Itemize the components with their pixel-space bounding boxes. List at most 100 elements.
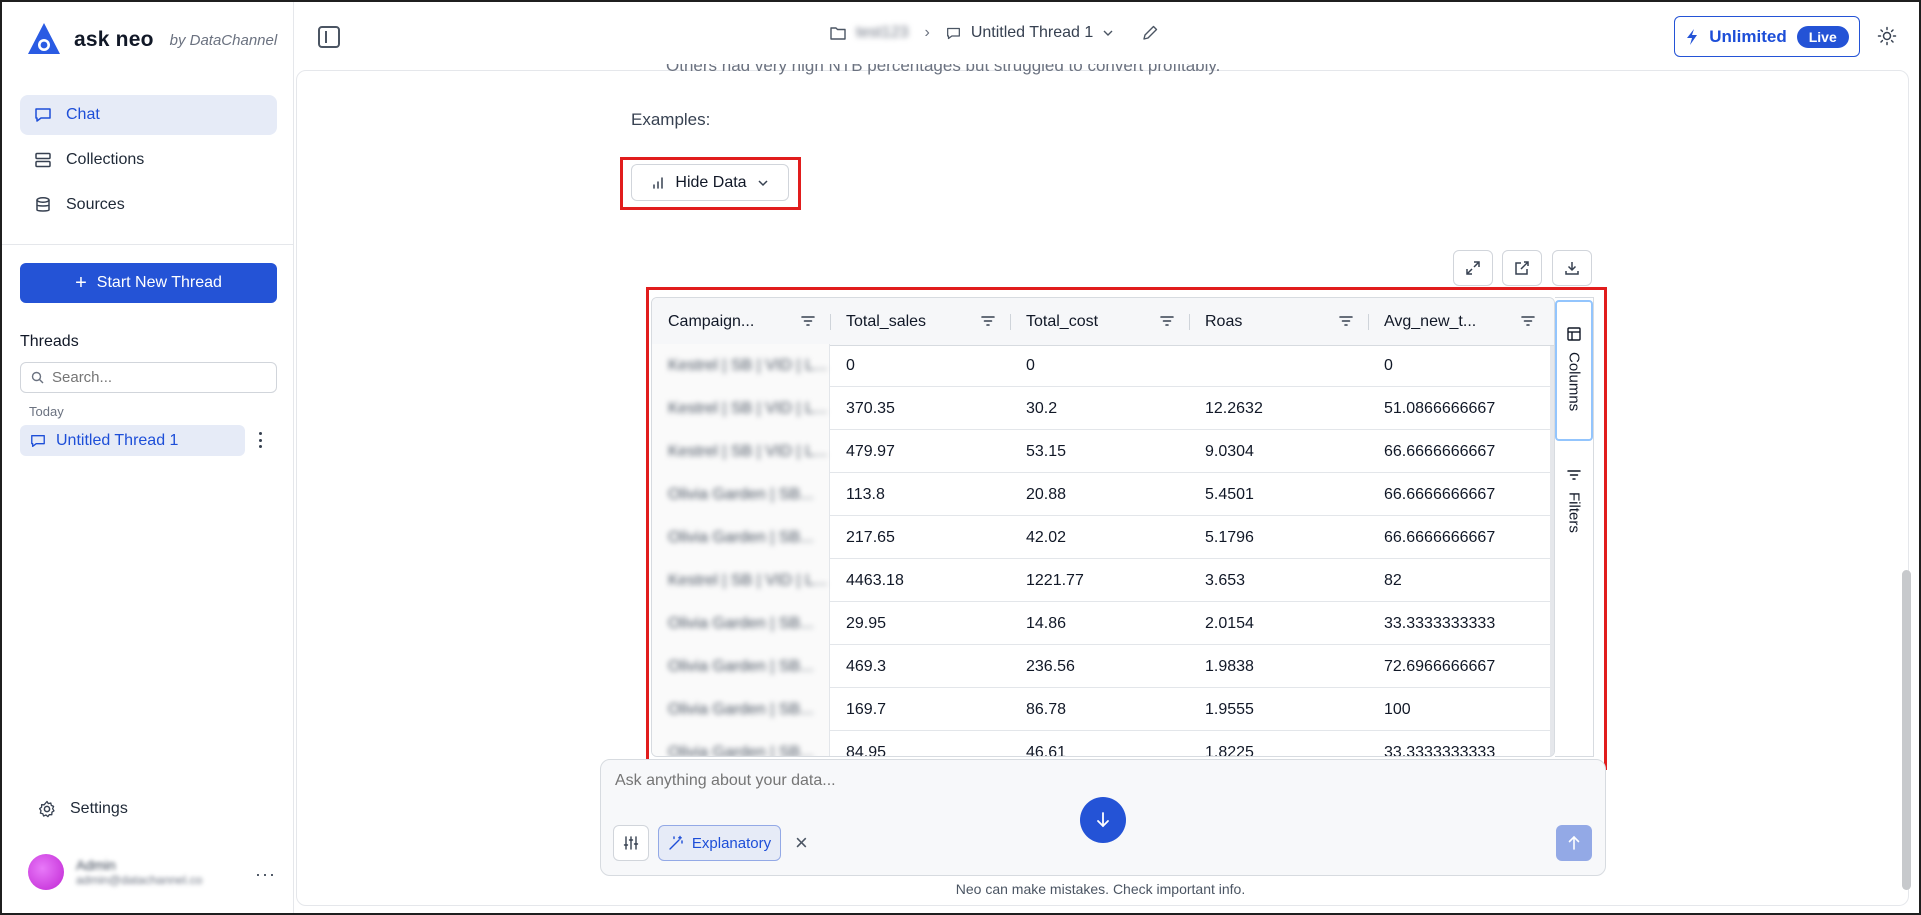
- pencil-icon[interactable]: [1141, 24, 1159, 42]
- chat-bubble-icon: [35, 108, 51, 122]
- table-cell: 0: [1384, 356, 1393, 374]
- table-cell: 1.9555: [1205, 700, 1254, 718]
- table-row[interactable]: Kestrel | SB | VID | L... 479.97 53.15 9.03…: [652, 430, 1554, 473]
- table-columns-icon: [1567, 327, 1581, 341]
- breadcrumb-folder[interactable]: test123: [856, 24, 908, 42]
- table-cell: 30.2: [1026, 399, 1058, 417]
- brand-name: ask neo: [74, 28, 154, 51]
- search-icon: [31, 371, 44, 384]
- close-icon[interactable]: ×: [795, 832, 808, 854]
- brand[interactable]: ask neo by DataChannel: [24, 20, 277, 60]
- settings-sliders-button[interactable]: [613, 825, 649, 861]
- explanatory-mode-button[interactable]: Explanatory: [658, 825, 781, 861]
- hide-data-button[interactable]: Hide Data: [631, 164, 789, 201]
- table-row[interactable]: Olivia Garden | SB... 29.95 14.86 2.0154 33.…: [652, 602, 1554, 645]
- table-row[interactable]: Olivia Garden | SB... 84.95 46.61 1.8225 33.…: [652, 731, 1554, 757]
- table-cell: 1.8225: [1205, 743, 1254, 757]
- start-new-thread-button[interactable]: + Start New Thread: [20, 263, 277, 303]
- column-header[interactable]: Campaign...: [652, 298, 830, 346]
- thread-more-icon[interactable]: [255, 430, 265, 450]
- filter-icon[interactable]: [980, 314, 996, 328]
- table-cell: 5.4501: [1205, 485, 1254, 503]
- column-header[interactable]: Roas: [1189, 298, 1368, 346]
- nav-item-chat[interactable]: Chat: [20, 95, 277, 135]
- column-header-label: Total_sales: [846, 313, 927, 330]
- live-badge: Live: [1796, 25, 1849, 48]
- expand-button[interactable]: [1453, 250, 1493, 286]
- table-cell: 217.65: [846, 528, 895, 546]
- column-header[interactable]: Total_sales: [830, 298, 1010, 346]
- arrow-down-icon: [1097, 812, 1109, 828]
- table-cell: 1.9838: [1205, 657, 1254, 675]
- thread-search-input[interactable]: [52, 369, 262, 386]
- column-separator[interactable]: [1189, 314, 1190, 330]
- download-button[interactable]: [1552, 250, 1592, 286]
- table-cell: 3.653: [1205, 571, 1246, 589]
- table-row[interactable]: Olivia Garden | SB... 469.3 236.56 1.9838 72…: [652, 645, 1554, 688]
- chevron-down-icon[interactable]: [1103, 29, 1113, 37]
- table-cell: 14.86: [1026, 614, 1067, 632]
- tab-filters[interactable]: Filters: [1555, 468, 1593, 568]
- breadcrumb-thread[interactable]: Untitled Thread 1: [971, 24, 1093, 42]
- filter-icon[interactable]: [1338, 314, 1354, 328]
- table-cell: 66.6666666667: [1384, 485, 1496, 503]
- plan-label: Unlimited: [1709, 26, 1787, 46]
- table-row[interactable]: Olivia Garden | SB... 169.7 86.78 1.9555 100: [652, 688, 1554, 731]
- open-external-button[interactable]: [1502, 250, 1542, 286]
- nav-item-collections[interactable]: Collections: [20, 140, 277, 180]
- sliders-icon: [623, 836, 639, 850]
- table-cell: 84.95: [846, 743, 887, 757]
- hide-data-label: Hide Data: [675, 173, 747, 191]
- bar-chart-icon: [653, 176, 664, 189]
- filter-icon[interactable]: [800, 314, 816, 328]
- settings-link[interactable]: Settings: [38, 800, 128, 818]
- user-name: Admin: [76, 857, 116, 873]
- lightning-icon: [1687, 28, 1698, 45]
- plus-icon: +: [75, 272, 87, 294]
- column-header[interactable]: Total_cost: [1010, 298, 1189, 346]
- table-row[interactable]: Kestrel | SB | VID | L... 370.35 30.2 12.26…: [652, 387, 1554, 430]
- filter-icon: [1567, 470, 1581, 480]
- folder-icon: [830, 27, 846, 40]
- table-cell: Olivia Garden | SB...: [668, 528, 814, 546]
- chat-input[interactable]: [615, 772, 1515, 790]
- plan-button[interactable]: Unlimited Live: [1674, 16, 1860, 57]
- sun-icon[interactable]: [1877, 26, 1897, 46]
- column-separator[interactable]: [1368, 314, 1369, 330]
- nav-item-sources[interactable]: Sources: [20, 185, 277, 225]
- table-cell: 5.1796: [1205, 528, 1254, 546]
- thread-item-label: Untitled Thread 1: [56, 431, 179, 449]
- table-row[interactable]: Kestrel | SB | VID | L... 4463.18 1221.77 3…: [652, 559, 1554, 602]
- column-header-label: Roas: [1205, 313, 1243, 330]
- table-cell: 29.95: [846, 614, 887, 632]
- chevron-right-icon: ›: [924, 24, 930, 41]
- table-cell: 4463.18: [846, 571, 904, 589]
- scroll-down-button[interactable]: [1080, 797, 1126, 843]
- brand-by: by DataChannel: [169, 31, 278, 49]
- filter-icon[interactable]: [1159, 314, 1175, 328]
- table-cell: 72.6966666667: [1384, 657, 1496, 675]
- neo-logo-icon: [28, 23, 60, 54]
- column-header[interactable]: Avg_new_t...: [1368, 298, 1550, 346]
- table-cell: Olivia Garden | SB...: [668, 614, 814, 632]
- table-cell: 86.78: [1026, 700, 1067, 718]
- thread-search[interactable]: [20, 362, 277, 393]
- breadcrumb: test123 › Untitled Thread 1: [830, 24, 1159, 42]
- thread-item[interactable]: Untitled Thread 1: [20, 425, 245, 456]
- tab-columns[interactable]: Columns: [1555, 300, 1593, 441]
- send-button[interactable]: [1556, 825, 1592, 861]
- page-scrollbar[interactable]: [1902, 570, 1911, 890]
- disclaimer-text: Neo can make mistakes. Check important i…: [955, 881, 1246, 897]
- table-row[interactable]: Olivia Garden | SB... 113.8 20.88 5.4501 66.…: [652, 473, 1554, 516]
- disclaimer: Neo can make mistakes. Check important i…: [0, 881, 1921, 897]
- nav-item-label: Chat: [66, 106, 100, 123]
- magic-wand-icon: [669, 835, 683, 850]
- expand-icon: [1466, 261, 1480, 275]
- filter-icon[interactable]: [1520, 314, 1536, 328]
- table-cell: 42.02: [1026, 528, 1067, 546]
- table-row[interactable]: Olivia Garden | SB... 217.65 42.02 5.1796 66…: [652, 516, 1554, 559]
- table-row[interactable]: Kestrel | SB | VID | L... 0 0 0: [652, 344, 1554, 387]
- column-separator[interactable]: [1010, 314, 1011, 330]
- table-cell: 370.35: [846, 399, 895, 417]
- column-separator[interactable]: [830, 314, 831, 330]
